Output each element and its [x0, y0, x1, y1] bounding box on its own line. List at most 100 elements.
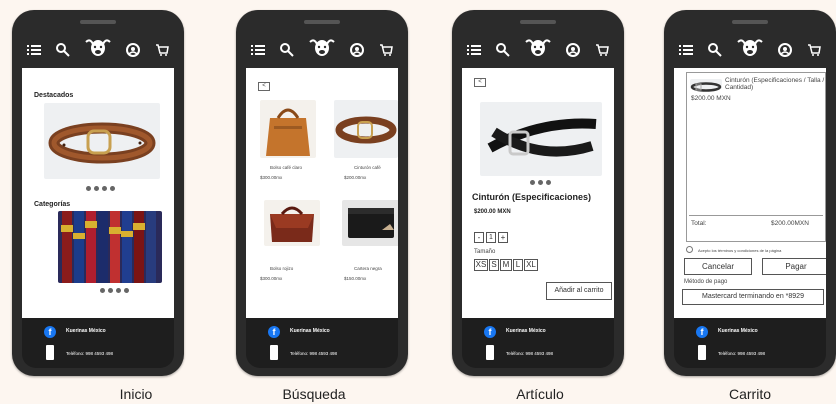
size-option-s[interactable]: S	[489, 259, 499, 271]
phone-notch	[304, 20, 340, 24]
cart-item-title[interactable]: Cinturón (Especificaciones / Talla / Can…	[725, 77, 825, 91]
quantity-value[interactable]: 1	[486, 232, 496, 243]
caption-articulo: Artículo	[516, 386, 564, 402]
pay-button[interactable]: Pagar	[762, 258, 826, 275]
screen-busqueda: < Bolso café claro $300.00mx Cinturón ca…	[246, 68, 398, 318]
footer: f Kuerinas México Teléfono: 998 4593 498	[674, 318, 826, 368]
search-icon[interactable]	[495, 42, 511, 58]
footer-brand[interactable]: Kuerinas México	[66, 328, 106, 334]
size-option-l[interactable]: L	[513, 259, 523, 271]
payment-method-select[interactable]: Mastercard terminando en *8929	[682, 289, 824, 305]
cart-icon[interactable]	[378, 42, 394, 58]
product-price: $200.00 MXN	[474, 209, 511, 215]
product-image-cartera-negra[interactable]	[342, 200, 398, 246]
account-icon[interactable]	[349, 42, 365, 58]
phone-notch	[80, 20, 116, 24]
facebook-icon[interactable]: f	[268, 326, 280, 338]
footer: f Kuerinas México Teléfono: 998 4593 498	[22, 318, 174, 368]
screen-articulo: < Cinturón (Especificaciones) $200.00 MX…	[462, 68, 614, 318]
top-nav	[672, 18, 828, 68]
top-nav	[460, 18, 616, 68]
product-title: Cinturón (Especificaciones)	[472, 192, 592, 202]
carousel-dots-articulo[interactable]	[530, 180, 551, 185]
payment-method-label: Método de pago	[684, 279, 728, 285]
footer-phone: Teléfono: 998 4593 498	[290, 351, 338, 356]
carousel-dots-categorias[interactable]	[100, 288, 129, 293]
total-value: $200.00MXN	[771, 220, 809, 227]
facebook-icon[interactable]: f	[696, 326, 708, 338]
back-button[interactable]: <	[258, 82, 270, 91]
caption-busqueda: Búsqueda	[282, 386, 346, 402]
terms-label[interactable]: Acepto los términos y condiciones de la …	[698, 248, 781, 253]
cart-item-image	[690, 79, 722, 92]
phone-articulo: < Cinturón (Especificaciones) $200.00 MX…	[452, 10, 624, 376]
caption-inicio: Inicio	[119, 386, 153, 402]
size-option-xs[interactable]: XS	[474, 259, 488, 271]
account-icon[interactable]	[777, 42, 793, 58]
footer-phone: Teléfono: 998 4593 498	[718, 351, 766, 356]
section-title-destacados: Destacados	[34, 92, 74, 99]
phone-notch	[520, 20, 556, 24]
phone-icon	[486, 345, 494, 360]
account-icon[interactable]	[125, 42, 141, 58]
phone-icon	[698, 345, 706, 360]
back-button[interactable]: <	[474, 78, 486, 87]
account-icon[interactable]	[565, 42, 581, 58]
search-icon[interactable]	[707, 42, 723, 58]
footer-brand[interactable]: Kuerinas México	[290, 328, 330, 334]
cart-items-panel: Cinturón (Especificaciones / Talla / Can…	[686, 72, 826, 242]
search-icon[interactable]	[55, 42, 71, 58]
bull-logo-icon[interactable]	[84, 36, 112, 58]
phone-icon	[270, 345, 278, 360]
top-nav	[20, 18, 176, 68]
product-image-cinturon-cafe[interactable]	[334, 100, 398, 158]
product-price: $150.00mx	[344, 276, 367, 281]
cart-icon[interactable]	[594, 42, 610, 58]
quantity-decrease-button[interactable]: -	[474, 232, 484, 243]
menu-icon[interactable]	[250, 42, 266, 58]
caption-carrito: Carrito	[728, 386, 771, 402]
terms-checkbox[interactable]	[686, 246, 693, 253]
menu-icon[interactable]	[26, 42, 42, 58]
section-title-categorias: Categorías	[34, 201, 71, 208]
phone-inicio: Destacados Categorías f Kuerinas México …	[12, 10, 184, 376]
add-to-cart-button[interactable]: Añadir al carrito	[546, 282, 612, 300]
product-image-bolso-rojizo[interactable]	[264, 200, 320, 246]
footer-phone: Teléfono: 998 4593 498	[66, 351, 114, 356]
footer: f Kuerinas México Teléfono: 998 4593 498	[462, 318, 614, 368]
bull-logo-icon[interactable]	[524, 36, 552, 58]
footer-brand[interactable]: Kuerinas México	[506, 328, 546, 334]
screen-inicio: Destacados Categorías	[22, 68, 174, 318]
product-price: $200.00mx	[344, 175, 367, 180]
product-name[interactable]: Cinturón café	[354, 165, 381, 170]
featured-belt-image[interactable]	[44, 103, 160, 179]
search-icon[interactable]	[279, 42, 295, 58]
facebook-icon[interactable]: f	[44, 326, 56, 338]
cart-icon[interactable]	[806, 42, 822, 58]
carousel-dots-destacados[interactable]	[86, 186, 115, 191]
facebook-icon[interactable]: f	[484, 326, 496, 338]
size-option-xl[interactable]: XL	[524, 259, 538, 271]
product-name[interactable]: Cartera negra	[354, 266, 382, 271]
product-image-bolso-cafe[interactable]	[260, 100, 316, 158]
categories-belts-image[interactable]	[58, 211, 162, 283]
phone-icon	[46, 345, 54, 360]
bull-logo-icon[interactable]	[308, 36, 336, 58]
cancel-button[interactable]: Cancelar	[684, 258, 752, 275]
total-divider	[689, 215, 823, 216]
cart-icon[interactable]	[154, 42, 170, 58]
menu-icon[interactable]	[678, 42, 694, 58]
size-option-m[interactable]: M	[500, 259, 512, 271]
product-image-cinturon[interactable]	[480, 102, 602, 176]
total-label: Total:	[691, 220, 707, 227]
product-name[interactable]: Bolso café claro	[270, 165, 302, 170]
quantity-increase-button[interactable]: +	[498, 232, 508, 243]
phone-busqueda: < Bolso café claro $300.00mx Cinturón ca…	[236, 10, 408, 376]
product-name[interactable]: Bolso rojizo	[270, 266, 293, 271]
cart-item-price: $200.00 MXN	[691, 95, 731, 102]
product-price: $300.00mx	[260, 175, 283, 180]
bull-logo-icon[interactable]	[736, 36, 764, 58]
menu-icon[interactable]	[466, 42, 482, 58]
footer-brand[interactable]: Kuerinas México	[718, 328, 758, 334]
top-nav	[244, 18, 400, 68]
